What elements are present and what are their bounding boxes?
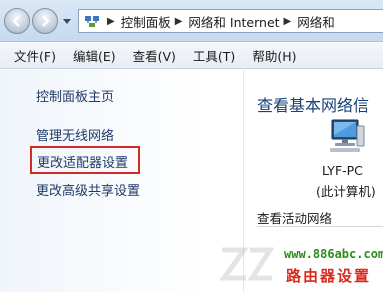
address-path[interactable]: ▶ 控制面板 ▶ 网络和 Internet ▶ 网络和 xyxy=(78,9,383,33)
menu-file[interactable]: 文件(F) xyxy=(14,46,56,65)
computer-subtitle: (此计算机) xyxy=(316,184,376,199)
page-title: 查看基本网络信 xyxy=(257,96,370,115)
address-bar: ▶ 控制面板 ▶ 网络和 Internet ▶ 网络和 xyxy=(0,0,383,42)
sidebar-item-manage-wireless[interactable]: 管理无线网络 xyxy=(36,125,114,144)
sidebar-item-advanced-sharing[interactable]: 更改高级共享设置 xyxy=(36,180,140,199)
arrow-right-icon xyxy=(42,15,50,27)
menu-edit[interactable]: 编辑(E) xyxy=(73,46,116,65)
recent-pages-dropdown[interactable] xyxy=(60,15,74,29)
network-folder-icon xyxy=(81,10,103,32)
computer-name: LYF-PC xyxy=(322,163,363,178)
computer-icon xyxy=(330,119,365,152)
breadcrumb-network-internet[interactable]: 网络和 Internet xyxy=(188,12,279,31)
menu-tools[interactable]: 工具(T) xyxy=(193,46,235,65)
breadcrumb-separator: ▶ xyxy=(107,15,115,27)
arrow-left-icon xyxy=(12,15,20,27)
breadcrumb-separator: ▶ xyxy=(174,15,183,27)
menu-bar: 文件(F) 编辑(E) 查看(V) 工具(T) 帮助(H) xyxy=(0,43,383,69)
menu-view[interactable]: 查看(V) xyxy=(133,46,176,65)
sidebar-item-control-panel-home[interactable]: 控制面板主页 xyxy=(36,86,114,105)
section-active-networks: 查看活动网络 xyxy=(257,211,333,226)
breadcrumb-control-panel[interactable]: 控制面板 xyxy=(121,12,171,31)
back-button[interactable] xyxy=(4,8,30,34)
breadcrumb-network-center[interactable]: 网络和 xyxy=(297,12,335,31)
breadcrumb-separator: ▶ xyxy=(283,15,292,27)
chevron-down-icon xyxy=(63,19,71,24)
watermark-url: www.886abc.com xyxy=(284,247,383,261)
forward-button[interactable] xyxy=(32,8,58,34)
section-divider xyxy=(257,226,383,227)
watermark-logo xyxy=(219,247,274,281)
menu-help[interactable]: 帮助(H) xyxy=(252,46,296,65)
highlight-annotation xyxy=(30,146,140,174)
watermark-site-title: 路由器设置 xyxy=(286,267,372,285)
